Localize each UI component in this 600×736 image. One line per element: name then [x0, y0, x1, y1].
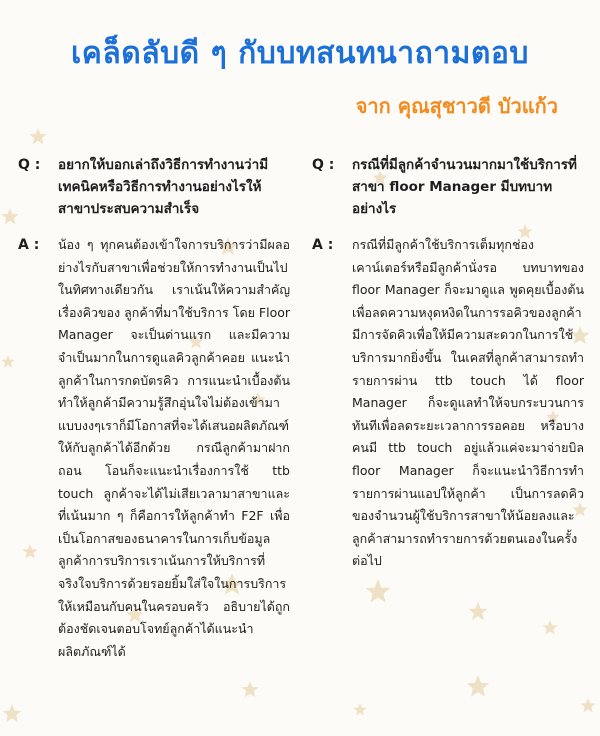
star-icon [468, 602, 488, 621]
answer-text: น้อง ๆ ทุกคนต้องเข้าใจการบริการว่ามีผลอย… [58, 237, 290, 659]
star-icon [241, 681, 259, 698]
answer-block: A : น้อง ๆ ทุกคนต้องเข้าใจการบริการว่ามี… [18, 234, 290, 663]
star-icon [365, 579, 391, 603]
star-icon [1, 355, 15, 368]
answer-label: A : [18, 237, 40, 253]
answer-text: กรณีที่มีลูกค้าใช้บริการเต็มทุกช่องเคาน์… [352, 237, 584, 569]
question-label: Q : [18, 157, 41, 173]
star-icon [29, 128, 47, 145]
star-icon [2, 704, 22, 723]
star-icon [466, 675, 490, 697]
question-block: Q : กรณีที่มีลูกค้าจำนวนมากมาใช้บริการที… [312, 154, 584, 220]
star-icon [580, 698, 596, 713]
star-icon [1, 208, 19, 225]
page-subtitle: จาก คุณสุชาวดี บัวแก้ว [355, 94, 558, 118]
right-column: Q : กรณีที่มีลูกค้าจำนวนมากมาใช้บริการที… [312, 154, 584, 573]
question-text: อยากให้บอกเล่าถึงวิธีการทำงานว่ามีเทคนิค… [58, 157, 269, 217]
star-icon [542, 620, 558, 635]
question-block: Q : อยากให้บอกเล่าถึงวิธีการทำงานว่ามีเท… [18, 154, 290, 220]
question-label: Q : [312, 157, 335, 173]
left-column: Q : อยากให้บอกเล่าถึงวิธีการทำงานว่ามีเท… [18, 154, 290, 663]
answer-label: A : [312, 237, 334, 253]
page-title: เคล็ดลับดี ๆ กับบทสนทนาถามตอบ [71, 36, 529, 71]
question-text: กรณีที่มีลูกค้าจำนวนมากมาใช้บริการที่สาข… [352, 157, 577, 217]
star-icon [353, 703, 367, 716]
answer-block: A : กรณีที่มีลูกค้าใช้บริการเต็มทุกช่องเ… [312, 234, 584, 573]
